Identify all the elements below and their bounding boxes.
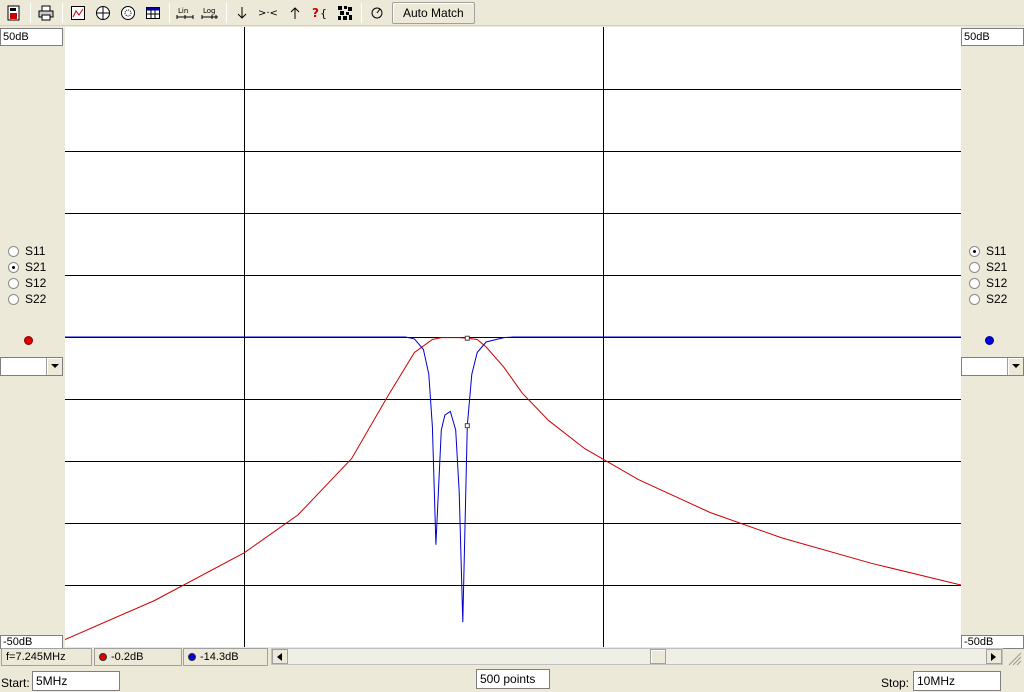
- svg-text:?: ?: [312, 6, 319, 20]
- radio-button[interactable]: [969, 293, 980, 305]
- auto-match-button[interactable]: Auto Match: [392, 1, 475, 24]
- zoom-icon[interactable]: >·<: [255, 2, 281, 24]
- toolbar-separator: [30, 2, 31, 23]
- radio-label: S21: [25, 260, 47, 274]
- radio-label: S11: [25, 244, 46, 258]
- scroll-right-icon[interactable]: [986, 649, 1002, 664]
- marker-down-icon[interactable]: [230, 2, 253, 24]
- print-icon[interactable]: [34, 2, 57, 24]
- left-axis-panel: 50dB S11 S21 S12 S22 -50dB: [0, 27, 65, 649]
- s21-marker[interactable]: [464, 335, 470, 341]
- chevron-down-icon[interactable]: [46, 358, 62, 375]
- points-input[interactable]: 500 points: [476, 669, 550, 689]
- left-radio-s12[interactable]: S12: [8, 275, 46, 291]
- svg-text:>·<: >·<: [258, 8, 278, 19]
- s11-readout: -14.3dB: [183, 648, 268, 666]
- right-radio-s22[interactable]: S22: [969, 291, 1007, 307]
- left-trace-dropdown[interactable]: [0, 357, 63, 376]
- frequency-text: f=7.245MHz: [6, 651, 66, 663]
- s21-value-text: -0.2dB: [111, 651, 144, 663]
- frequency-readout: f=7.245MHz: [1, 648, 92, 666]
- toolbar-separator: [361, 2, 362, 23]
- tune-icon[interactable]: [365, 2, 388, 24]
- right-radio-s11[interactable]: S11: [969, 243, 1007, 259]
- radio-button[interactable]: [8, 277, 19, 289]
- s11-marker[interactable]: [464, 423, 470, 429]
- frequency-scrollbar[interactable]: [271, 648, 1003, 665]
- right-trace-dropdown[interactable]: [961, 357, 1024, 376]
- bottom-bar: Start: 5MHz 500 points Stop: 10MHz: [0, 668, 1024, 692]
- radio-label: S22: [986, 292, 1008, 306]
- stop-frequency-input[interactable]: 10MHz: [913, 671, 1001, 691]
- stop-label: Stop:: [881, 676, 910, 690]
- radio-label: S11: [986, 244, 1007, 258]
- resize-grip-icon[interactable]: [1006, 650, 1022, 666]
- s11-value-text: -14.3dB: [200, 651, 239, 663]
- right-radio-s12[interactable]: S12: [969, 275, 1007, 291]
- left-top-scale-field[interactable]: 50dB: [0, 28, 63, 46]
- start-frequency-input[interactable]: 5MHz: [32, 671, 120, 691]
- right-param-radio-group: S11 S21 S12 S22: [969, 243, 1007, 307]
- circle-grid-icon[interactable]: [116, 2, 139, 24]
- chart-traces: [64, 335, 962, 641]
- left-radio-s11[interactable]: S11: [8, 243, 46, 259]
- toolbar-separator: [226, 2, 227, 23]
- scrollbar-thumb[interactable]: [650, 649, 666, 664]
- sparam-chart[interactable]: [64, 27, 962, 647]
- left-radio-s22[interactable]: S22: [8, 291, 46, 307]
- radio-label: S12: [986, 276, 1008, 290]
- radio-button-selected[interactable]: [8, 261, 19, 273]
- right-radio-s21[interactable]: S21: [969, 259, 1007, 275]
- help-icon[interactable]: ?{: [308, 2, 331, 24]
- plot-area[interactable]: [64, 27, 962, 647]
- polar-icon[interactable]: [91, 2, 114, 24]
- radio-button[interactable]: [8, 245, 19, 257]
- radio-button[interactable]: [969, 277, 980, 289]
- left-param-radio-group: S11 S21 S12 S22: [8, 243, 46, 307]
- lin-label: Lin: [178, 7, 188, 15]
- radio-label: S21: [986, 260, 1008, 274]
- table-icon[interactable]: [141, 2, 164, 24]
- scroll-left-icon[interactable]: [272, 649, 288, 664]
- red-dot-icon: [99, 653, 107, 661]
- radio-button[interactable]: [969, 261, 980, 273]
- pattern-icon[interactable]: [333, 2, 356, 24]
- blue-dot-icon: [188, 653, 196, 661]
- toolbar: Lin Log >·< ?{ Auto Match: [0, 0, 1024, 26]
- s21-trace: [64, 337, 962, 641]
- s21-readout: -0.2dB: [94, 648, 182, 666]
- left-bottom-scale-field[interactable]: -50dB: [0, 635, 63, 649]
- left-radio-s21[interactable]: S21: [8, 259, 46, 275]
- smith-chart-icon[interactable]: [66, 2, 89, 24]
- radio-label: S12: [25, 276, 47, 290]
- toolbar-separator: [169, 2, 170, 23]
- chevron-down-icon[interactable]: [1007, 358, 1023, 375]
- radio-button[interactable]: [8, 293, 19, 305]
- marker-up-icon[interactable]: [283, 2, 306, 24]
- radio-button-selected[interactable]: [969, 245, 980, 257]
- left-trace-color-dot[interactable]: [24, 336, 33, 345]
- right-trace-color-dot[interactable]: [985, 336, 994, 345]
- log-label: Log: [203, 7, 216, 15]
- svg-text:{: {: [320, 7, 327, 20]
- right-axis-panel: 50dB S11 S21 S12 S22 -50dB: [961, 27, 1024, 649]
- right-bottom-scale-field[interactable]: -50dB: [961, 635, 1024, 649]
- start-label: Start:: [1, 676, 30, 690]
- save-icon[interactable]: [2, 2, 25, 24]
- toolbar-separator: [62, 2, 63, 23]
- right-top-scale-field[interactable]: 50dB: [961, 28, 1024, 46]
- lin-scale-icon[interactable]: Lin: [173, 2, 196, 24]
- radio-label: S22: [25, 292, 47, 306]
- log-scale-icon[interactable]: Log: [198, 2, 221, 24]
